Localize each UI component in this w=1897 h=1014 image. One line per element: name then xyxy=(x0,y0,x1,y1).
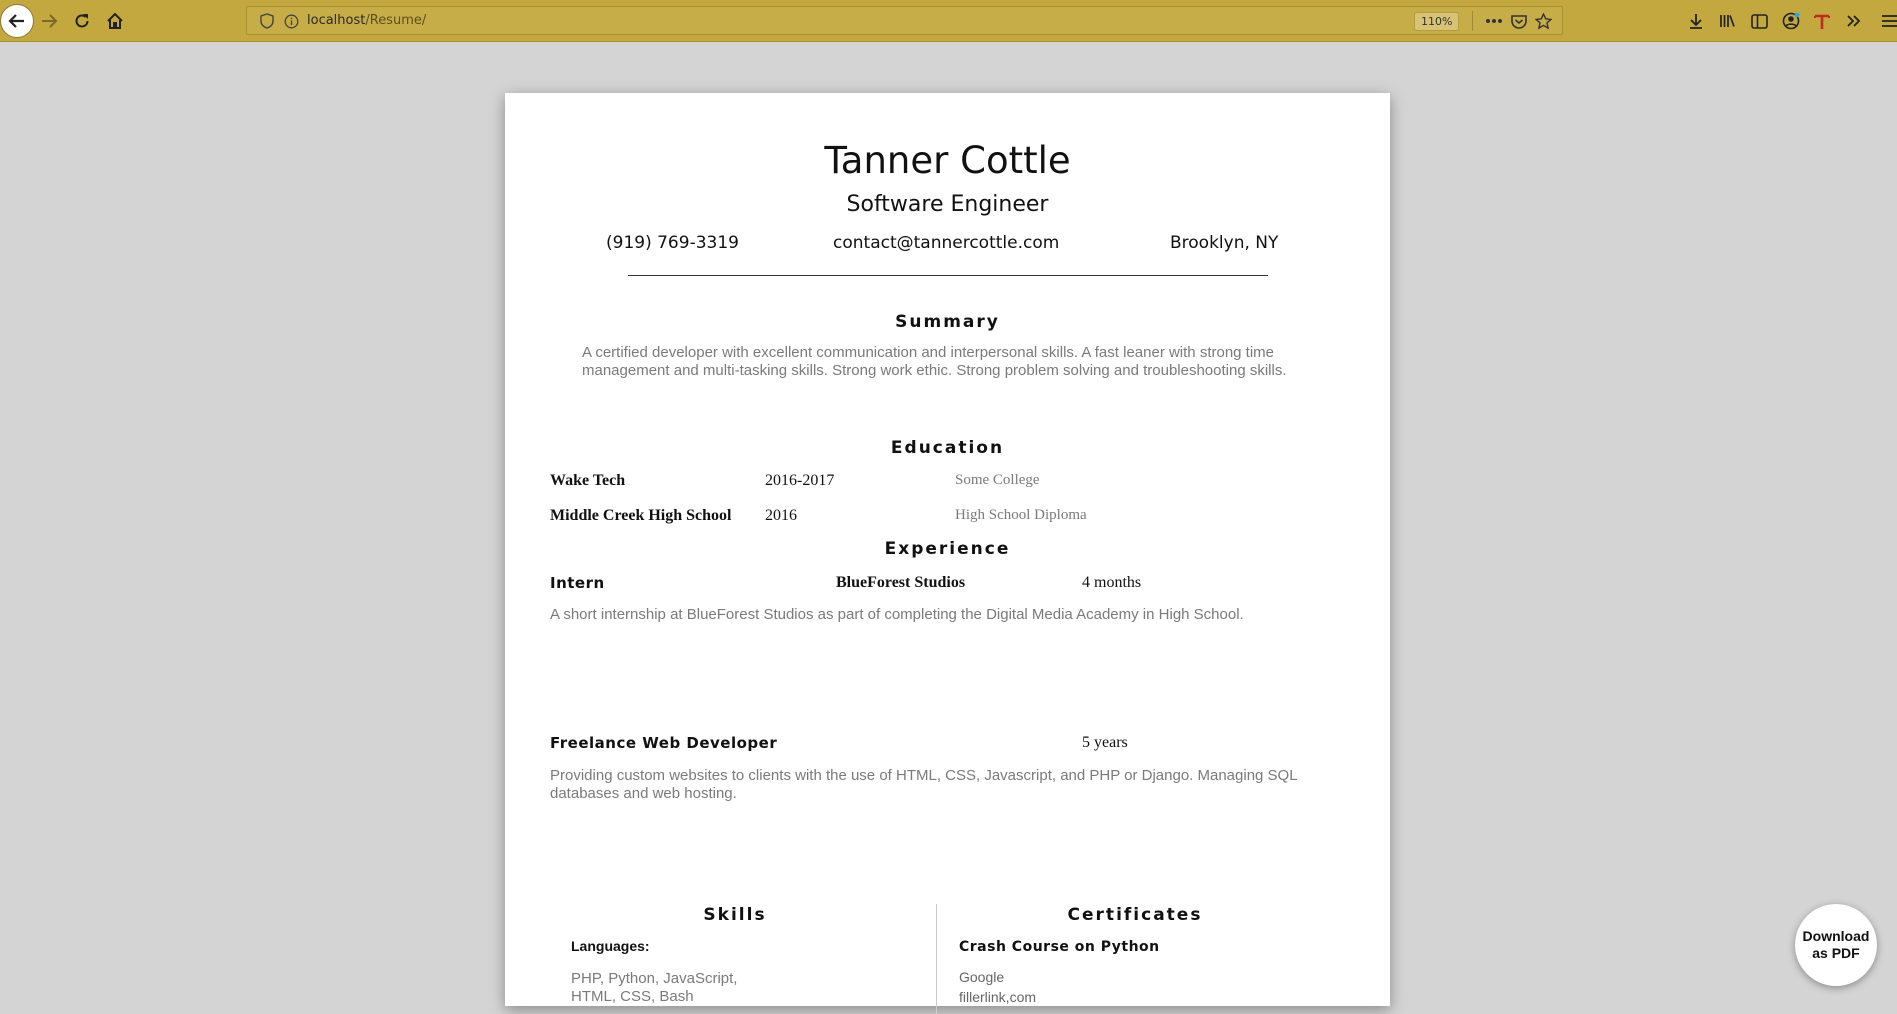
education-school: Middle Creek High School xyxy=(550,507,732,524)
certificate-name: Crash Course on Python xyxy=(959,939,1160,955)
overflow-icon[interactable] xyxy=(1842,9,1866,33)
contact-location: Brooklyn, NY xyxy=(1170,233,1279,253)
certificate-issuer: Google xyxy=(959,969,1005,985)
menu-icon[interactable] xyxy=(1878,9,1897,33)
certificates-title: Certificates xyxy=(1067,905,1203,925)
url-text[interactable]: localhost/Resume/ xyxy=(307,13,426,28)
experience-job-title: Intern xyxy=(550,574,605,592)
sidebar-icon[interactable] xyxy=(1747,9,1771,33)
experience-title: Experience xyxy=(884,539,1011,559)
extension-t-icon[interactable] xyxy=(1810,9,1834,33)
resume-page: Tanner Cottle Software Engineer (919) 76… xyxy=(505,93,1390,1014)
summary-title: Summary xyxy=(895,312,1000,332)
pocket-icon[interactable] xyxy=(1507,9,1531,33)
forward-arrow-icon xyxy=(42,14,58,28)
back-arrow-icon xyxy=(8,14,24,28)
reload-icon xyxy=(75,14,89,28)
download-pdf-button[interactable]: Download as PDF xyxy=(1795,904,1877,986)
experience-description: A short internship at BlueForest Studios… xyxy=(550,606,1244,623)
experience-description: Providing custom websites to clients wit… xyxy=(550,767,1298,802)
education-degree: Some College xyxy=(955,472,1040,488)
url-host: localhost xyxy=(307,13,366,28)
account-icon[interactable] xyxy=(1779,9,1803,33)
certificate-link[interactable]: fillerlink,com xyxy=(959,989,1036,1005)
experience-duration: 4 months xyxy=(1082,574,1142,591)
skills-languages-label: Languages: xyxy=(571,938,650,954)
education-degree: High School Diploma xyxy=(955,507,1087,523)
experience-duration: 5 years xyxy=(1082,734,1128,751)
more-icon[interactable] xyxy=(1482,9,1506,33)
url-divider xyxy=(1472,11,1473,31)
resume-name: Tanner Cottle xyxy=(824,139,1071,182)
skills-languages: HTML, CSS, Bash xyxy=(571,988,694,1005)
url-bar[interactable]: localhost/Resume/ 110% xyxy=(246,6,1563,35)
contact-phone: (919) 769-3319 xyxy=(606,233,739,253)
skills-title: Skills xyxy=(703,905,767,925)
home-button[interactable] xyxy=(99,5,131,37)
summary-text: A certified developer with excellent com… xyxy=(582,344,1287,379)
download-pdf-label: as PDF xyxy=(1812,945,1860,961)
experience-company: BlueForest Studios xyxy=(836,574,966,591)
reload-button[interactable] xyxy=(66,5,98,37)
education-years: 2016 xyxy=(765,507,797,524)
library-icon[interactable] xyxy=(1715,9,1739,33)
home-icon xyxy=(107,12,123,29)
zoom-level[interactable]: 110% xyxy=(1414,12,1460,31)
education-school: Wake Tech xyxy=(550,472,626,489)
skills-languages: PHP, Python, JavaScript, xyxy=(571,970,738,987)
star-icon[interactable] xyxy=(1531,9,1555,33)
experience-job-title: Freelance Web Developer xyxy=(550,734,778,752)
forward-button[interactable] xyxy=(33,5,65,37)
download-pdf-label: Download xyxy=(1802,928,1870,944)
header-rule xyxy=(628,275,1268,276)
column-divider xyxy=(936,904,937,1014)
back-button[interactable] xyxy=(0,4,34,38)
resume-role: Software Engineer xyxy=(846,192,1049,217)
contact-email: contact@tannercottle.com xyxy=(833,233,1060,253)
url-path: /Resume/ xyxy=(365,13,427,28)
info-icon[interactable] xyxy=(279,9,303,33)
education-years: 2016-2017 xyxy=(765,472,835,489)
shield-icon[interactable] xyxy=(255,9,279,33)
browser-toolbar: localhost/Resume/ 110% xyxy=(0,0,1897,42)
education-title: Education xyxy=(890,438,1005,458)
download-icon[interactable] xyxy=(1684,9,1708,33)
